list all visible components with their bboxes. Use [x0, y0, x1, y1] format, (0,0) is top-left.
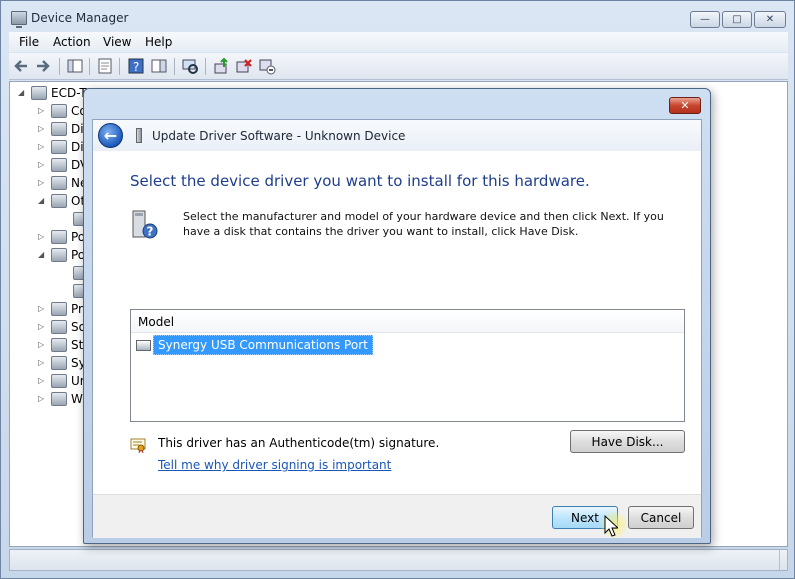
expand-arrow-icon[interactable]: ▷: [38, 377, 46, 385]
page-heading: Select the device driver you want to ins…: [130, 172, 590, 190]
status-bar: [9, 549, 788, 571]
tree-item[interactable]: ▷ DV: [38, 157, 88, 173]
update-driver-icon[interactable]: [212, 57, 230, 75]
menu-file[interactable]: File: [19, 35, 39, 49]
collapse-arrow-icon[interactable]: ◢: [38, 197, 46, 205]
portable-devices-icon: [51, 230, 67, 244]
expand-arrow-icon[interactable]: ▷: [38, 341, 46, 349]
tree-item[interactable]: ▷ St: [38, 337, 83, 353]
driver-signing-link[interactable]: Tell me why driver signing is important: [158, 458, 391, 472]
title-bar: Device Manager — □ ✕: [1, 1, 794, 33]
tree-item[interactable]: ▷ Ne: [38, 175, 87, 191]
expand-arrow-icon[interactable]: ▷: [38, 233, 46, 241]
tree-item[interactable]: ◢ Po: [38, 247, 85, 263]
other-devices-icon: [51, 194, 67, 208]
expand-arrow-icon[interactable]: ▷: [38, 107, 46, 115]
sound-icon: [51, 320, 67, 334]
update-driver-dialog: ✕ ← Update Driver Software - Unknown Dev…: [83, 88, 711, 544]
port-device-icon: [136, 339, 151, 351]
tree-item[interactable]: ◢ Ot: [38, 193, 85, 209]
tree-item[interactable]: ▷ Ur: [38, 373, 85, 389]
toolbar-separator: [174, 58, 175, 75]
usb-controller-icon: [51, 374, 67, 388]
expand-arrow-icon[interactable]: ▷: [38, 143, 46, 151]
menu-action[interactable]: Action: [53, 35, 91, 49]
tree-item[interactable]: ▷ Co: [38, 103, 87, 119]
dialog-body: ← Update Driver Software - Unknown Devic…: [92, 119, 702, 538]
menu-view[interactable]: View: [103, 35, 131, 49]
expand-arrow-icon[interactable]: ▷: [38, 359, 46, 367]
properties-icon[interactable]: [96, 57, 114, 75]
tree-item[interactable]: ▷ Pr: [38, 301, 83, 317]
printer-icon: [51, 392, 67, 406]
computer-icon: [31, 86, 47, 100]
menu-bar: File Action View Help: [9, 32, 788, 52]
tree-root[interactable]: ◢ ECD-T: [18, 85, 87, 101]
model-column-header[interactable]: Model: [131, 310, 684, 333]
dvd-drive-icon: [51, 158, 67, 172]
system-devices-icon: [51, 356, 67, 370]
expand-arrow-icon[interactable]: ▷: [38, 305, 46, 313]
signature-status: This driver has an Authenticode(tm) sign…: [158, 436, 440, 450]
storage-controller-icon: [51, 338, 67, 352]
model-list[interactable]: Model Synergy USB Communications Port: [130, 309, 685, 422]
network-adapter-icon: [51, 176, 67, 190]
expand-arrow-icon[interactable]: ▷: [38, 179, 46, 187]
disable-device-icon[interactable]: [258, 57, 276, 75]
toolbar: ?: [9, 53, 788, 80]
svg-text:?: ?: [133, 60, 139, 74]
scan-hardware-icon[interactable]: [181, 57, 199, 75]
mouse-cursor-icon: [601, 512, 627, 538]
expand-arrow-icon[interactable]: ▷: [38, 125, 46, 133]
tree-item[interactable]: ▷ Po: [38, 229, 85, 245]
maximize-button[interactable]: □: [722, 11, 752, 28]
toolbar-separator: [205, 58, 206, 75]
tree-item[interactable]: ▷ W: [38, 391, 83, 407]
dialog-header: ← Update Driver Software - Unknown Devic…: [93, 120, 701, 151]
instructions-text: Select the manufacturer and model of you…: [183, 210, 664, 238]
ports-icon: [51, 248, 67, 262]
forward-arrow-icon[interactable]: [34, 57, 52, 75]
action-pane-icon[interactable]: [150, 57, 168, 75]
toolbar-separator: [89, 58, 90, 75]
collapse-arrow-icon[interactable]: ◢: [38, 251, 46, 259]
toolbar-separator: [59, 58, 60, 75]
expand-arrow-icon[interactable]: ▷: [38, 323, 46, 331]
hardware-question-icon: ?: [130, 210, 160, 240]
tree-item[interactable]: ▷ Sy: [38, 355, 86, 371]
device-manager-icon: [11, 11, 27, 28]
tree-item[interactable]: ▷ Di: [38, 121, 84, 137]
dialog-title: Update Driver Software - Unknown Device: [152, 129, 406, 143]
cancel-button[interactable]: Cancel: [628, 506, 694, 529]
tree-item[interactable]: ▷ So: [38, 319, 86, 335]
have-disk-button[interactable]: Have Disk...: [570, 430, 685, 453]
tree-item[interactable]: ▷ Di: [38, 139, 84, 155]
list-item[interactable]: Synergy USB Communications Port: [136, 335, 373, 355]
certificate-icon: [130, 437, 146, 454]
collapse-arrow-icon[interactable]: ◢: [18, 89, 26, 97]
model-label: Synergy USB Communications Port: [153, 335, 373, 355]
expand-arrow-icon[interactable]: ▷: [38, 395, 46, 403]
uninstall-icon[interactable]: [235, 57, 253, 75]
help-icon[interactable]: ?: [127, 57, 145, 75]
expand-arrow-icon[interactable]: ▷: [38, 161, 46, 169]
status-cell: [10, 550, 780, 570]
menu-help[interactable]: Help: [145, 35, 172, 49]
window-title: Device Manager: [31, 11, 129, 25]
close-button[interactable]: ✕: [754, 11, 786, 28]
svg-text:?: ?: [147, 225, 154, 239]
show-hide-console-tree-icon[interactable]: [66, 57, 84, 75]
processor-icon: [51, 302, 67, 316]
computer-icon: [51, 104, 67, 118]
hardware-icon: [136, 128, 142, 143]
back-button[interactable]: ←: [98, 123, 123, 148]
dialog-close-button[interactable]: ✕: [669, 97, 701, 114]
display-adapter-icon: [51, 140, 67, 154]
back-arrow-icon[interactable]: [12, 57, 30, 75]
toolbar-separator: [119, 58, 120, 75]
disk-drive-icon: [51, 122, 67, 136]
minimize-button[interactable]: —: [690, 11, 720, 28]
